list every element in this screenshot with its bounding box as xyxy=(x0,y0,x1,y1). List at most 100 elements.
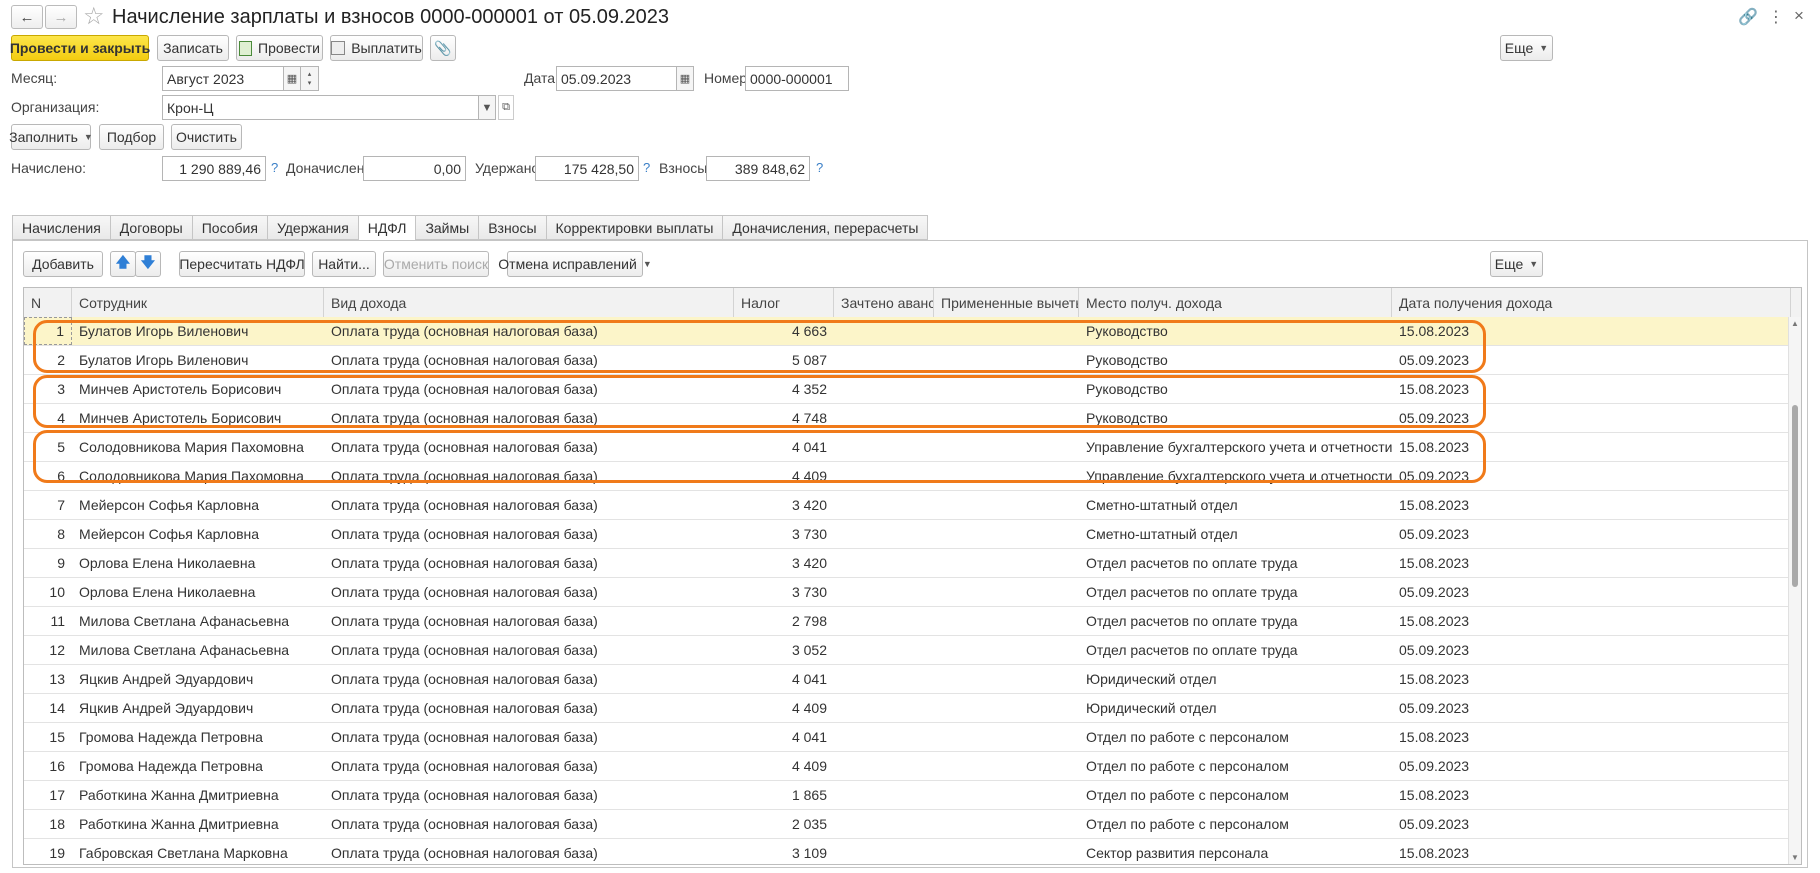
cell-income-place[interactable]: Отдел по работе с персоналом xyxy=(1079,781,1392,809)
column-header-advances[interactable]: Зачтено авансов xyxy=(834,288,934,317)
cell-income-date[interactable]: 05.09.2023 xyxy=(1392,346,1791,374)
cell-advances[interactable] xyxy=(834,404,934,432)
cell-deductions[interactable] xyxy=(934,665,1079,693)
tab-2[interactable]: Пособия xyxy=(191,215,267,240)
cell-advances[interactable] xyxy=(834,520,934,548)
scroll-down-icon[interactable]: ▼ xyxy=(1791,853,1799,862)
withheld-help-icon[interactable]: ? xyxy=(643,160,650,175)
cell-employee[interactable]: Мейерсон Софья Карловна xyxy=(72,491,324,519)
cell-n[interactable]: 18 xyxy=(24,810,72,838)
month-stepper[interactable]: ▴ ▾ xyxy=(300,66,319,91)
cell-n[interactable]: 16 xyxy=(24,752,72,780)
cell-income-place[interactable]: Отдел по работе с персоналом xyxy=(1079,752,1392,780)
cell-employee[interactable]: Милова Светлана Афанасьевна xyxy=(72,607,324,635)
cell-income-date[interactable]: 05.09.2023 xyxy=(1392,752,1791,780)
cell-advances[interactable] xyxy=(834,839,934,864)
more-vertical-icon[interactable]: ⋮ xyxy=(1768,7,1784,27)
cell-income-date[interactable]: 05.09.2023 xyxy=(1392,462,1791,490)
move-down-button[interactable]: 🡇 xyxy=(135,251,161,277)
table-row[interactable]: 17 Работкина Жанна Дмитриевна Оплата труда… xyxy=(24,781,1801,810)
cell-income-type[interactable]: Оплата труда (основная налоговая база) xyxy=(324,810,734,838)
cell-tax[interactable]: 4 041 xyxy=(734,665,834,693)
cell-income-date[interactable]: 15.08.2023 xyxy=(1392,665,1791,693)
cell-tax[interactable]: 4 409 xyxy=(734,694,834,722)
cell-advances[interactable] xyxy=(834,665,934,693)
table-row[interactable]: 19 Габровская Светлана Марковна Оплата тру… xyxy=(24,839,1801,864)
post-button[interactable]: Провести xyxy=(236,35,323,61)
cell-income-place[interactable]: Отдел расчетов по оплате труда xyxy=(1079,636,1392,664)
cell-advances[interactable] xyxy=(834,781,934,809)
cell-income-place[interactable]: Руководство xyxy=(1079,375,1392,403)
cell-advances[interactable] xyxy=(834,549,934,577)
cell-advances[interactable] xyxy=(834,491,934,519)
table-row[interactable]: 6 Солодовникова Мария Пахомовна Оплата тру… xyxy=(24,462,1801,491)
table-row[interactable]: 3 Минчев Аристотель Борисович Оплата труда… xyxy=(24,375,1801,404)
cell-n[interactable]: 13 xyxy=(24,665,72,693)
cell-income-place[interactable]: Управление бухгалтерского учета и отчетн… xyxy=(1079,462,1392,490)
contributions-help-icon[interactable]: ? xyxy=(816,160,823,175)
cell-advances[interactable] xyxy=(834,317,934,345)
cell-tax[interactable]: 3 420 xyxy=(734,549,834,577)
cell-income-type[interactable]: Оплата труда (основная налоговая база) xyxy=(324,549,734,577)
cell-income-type[interactable]: Оплата труда (основная налоговая база) xyxy=(324,578,734,606)
tab-5[interactable]: Займы xyxy=(415,215,479,240)
cell-income-type[interactable]: Оплата труда (основная налоговая база) xyxy=(324,694,734,722)
cell-advances[interactable] xyxy=(834,607,934,635)
cell-employee[interactable]: Мейерсон Софья Карловна xyxy=(72,520,324,548)
cell-income-type[interactable]: Оплата труда (основная налоговая база) xyxy=(324,462,734,490)
table-row[interactable]: 12 Милова Светлана Афанасьевна Оплата труд… xyxy=(24,636,1801,665)
cell-income-type[interactable]: Оплата труда (основная налоговая база) xyxy=(324,723,734,751)
forward-button[interactable]: → xyxy=(45,5,77,29)
cell-deductions[interactable] xyxy=(934,433,1079,461)
date-input[interactable]: 05.09.2023 xyxy=(556,66,677,91)
cell-income-place[interactable]: Отдел расчетов по оплате труда xyxy=(1079,607,1392,635)
cell-n[interactable]: 19 xyxy=(24,839,72,864)
close-icon[interactable]: × xyxy=(1794,6,1804,26)
cell-employee[interactable]: Яцкив Андрей Эдуардович xyxy=(72,694,324,722)
organization-open-button[interactable]: ⧉ xyxy=(498,95,514,120)
more-button[interactable]: Еще ▼ xyxy=(1500,35,1553,61)
recalc-ndfl-button[interactable]: Пересчитать НДФЛ xyxy=(179,251,305,277)
column-header-deductions[interactable]: Примененные вычеты xyxy=(934,288,1079,317)
cell-n[interactable]: 11 xyxy=(24,607,72,635)
cell-tax[interactable]: 3 730 xyxy=(734,578,834,606)
cell-employee[interactable]: Яцкив Андрей Эдуардович xyxy=(72,665,324,693)
cell-tax[interactable]: 1 865 xyxy=(734,781,834,809)
cell-income-place[interactable]: Юридический отдел xyxy=(1079,665,1392,693)
cell-income-place[interactable]: Отдел расчетов по оплате труда xyxy=(1079,578,1392,606)
cell-income-type[interactable]: Оплата труда (основная налоговая база) xyxy=(324,839,734,864)
cell-income-type[interactable]: Оплата труда (основная налоговая база) xyxy=(324,346,734,374)
cell-n[interactable]: 4 xyxy=(24,404,72,432)
select-button[interactable]: Подбор xyxy=(99,124,164,150)
cell-income-place[interactable]: Отдел по работе с персоналом xyxy=(1079,810,1392,838)
cell-income-date[interactable]: 15.08.2023 xyxy=(1392,375,1791,403)
cell-income-place[interactable]: Руководство xyxy=(1079,317,1392,345)
favorite-star-icon[interactable]: ☆ xyxy=(83,2,105,31)
scroll-up-icon[interactable]: ▲ xyxy=(1791,319,1799,328)
attach-button[interactable]: 📎 xyxy=(430,35,456,61)
cell-income-place[interactable]: Руководство xyxy=(1079,404,1392,432)
cell-deductions[interactable] xyxy=(934,520,1079,548)
organization-dropdown-button[interactable]: ▼ xyxy=(478,95,496,120)
cell-tax[interactable]: 4 748 xyxy=(734,404,834,432)
organization-input[interactable]: Крон-Ц xyxy=(162,95,479,120)
cell-income-type[interactable]: Оплата труда (основная налоговая база) xyxy=(324,607,734,635)
cell-tax[interactable]: 4 409 xyxy=(734,462,834,490)
fill-button[interactable]: Заполнить ▼ xyxy=(9,124,93,150)
cell-employee[interactable]: Булатов Игорь Виленович xyxy=(72,346,324,374)
cell-advances[interactable] xyxy=(834,723,934,751)
cell-n[interactable]: 14 xyxy=(24,694,72,722)
cell-income-place[interactable]: Отдел расчетов по оплате труда xyxy=(1079,549,1392,577)
accrued-help-icon[interactable]: ? xyxy=(271,160,278,175)
cancel-search-button[interactable]: Отменить поиск xyxy=(383,251,489,277)
cell-n[interactable]: 9 xyxy=(24,549,72,577)
cell-tax[interactable]: 4 041 xyxy=(734,723,834,751)
cell-deductions[interactable] xyxy=(934,839,1079,864)
month-input[interactable]: Август 2023 xyxy=(162,66,284,91)
cell-income-type[interactable]: Оплата труда (основная налоговая база) xyxy=(324,317,734,345)
move-up-button[interactable]: 🡅 xyxy=(110,251,136,277)
cell-income-place[interactable]: Управление бухгалтерского учета и отчетн… xyxy=(1079,433,1392,461)
table-row[interactable]: 14 Яцкив Андрей Эдуардович Оплата труда (о… xyxy=(24,694,1801,723)
tab-3[interactable]: Удержания xyxy=(266,215,358,240)
table-row[interactable]: 16 Громова Надежда Петровна Оплата труда (… xyxy=(24,752,1801,781)
